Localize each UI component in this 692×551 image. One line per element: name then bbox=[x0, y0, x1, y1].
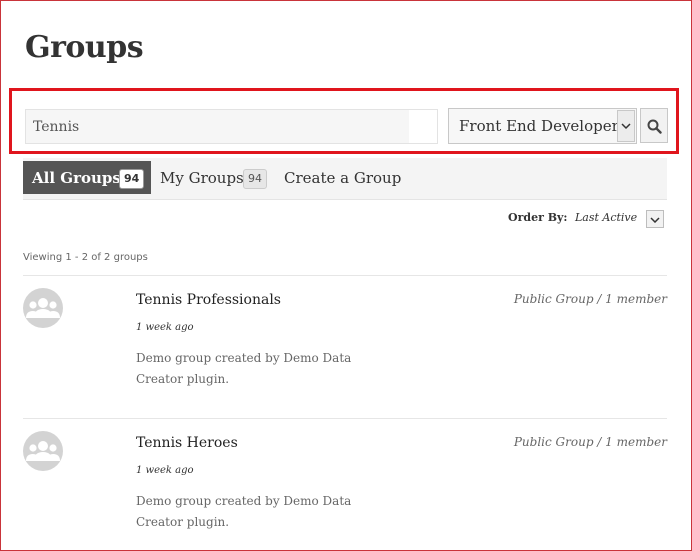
group-meta: Public Group / 1 member bbox=[513, 292, 667, 306]
member-type-select[interactable]: Front End Developer bbox=[448, 108, 637, 144]
chevron-down-icon bbox=[650, 217, 660, 223]
group-description: Demo group created by Demo Data Creator … bbox=[136, 494, 352, 529]
search-icon bbox=[647, 119, 662, 134]
order-by-label: Order By: bbox=[508, 211, 568, 224]
tab-my-groups[interactable]: My Groups 94 bbox=[151, 161, 271, 194]
tab-all-groups-count: 94 bbox=[119, 169, 145, 189]
group-avatar-icon bbox=[26, 298, 60, 318]
tab-all-groups[interactable]: All Groups 94 bbox=[23, 161, 151, 194]
tab-create-group-label: Create a Group bbox=[284, 169, 402, 187]
member-type-selected: Front End Developer bbox=[459, 117, 619, 135]
tab-all-groups-label: All Groups bbox=[32, 169, 121, 187]
chevron-down-icon bbox=[621, 123, 631, 130]
order-by-value[interactable]: Last Active bbox=[575, 211, 637, 224]
groups-tabs: All Groups 94 My Groups 94 Create a Grou… bbox=[23, 158, 667, 200]
group-last-active: 1 week ago bbox=[136, 465, 194, 476]
group-name-link[interactable]: Tennis Professionals bbox=[136, 292, 281, 308]
page-title: Groups bbox=[25, 30, 144, 65]
search-button[interactable] bbox=[640, 108, 668, 143]
select-dropdown-button[interactable] bbox=[617, 110, 635, 142]
tab-my-groups-count: 94 bbox=[243, 169, 267, 189]
tab-create-group[interactable]: Create a Group bbox=[275, 161, 405, 194]
group-last-active: 1 week ago bbox=[136, 322, 194, 333]
search-filter-bar: Front End Developer bbox=[9, 88, 679, 154]
order-by-dropdown[interactable] bbox=[646, 210, 664, 228]
group-description: Demo group created by Demo Data Creator … bbox=[136, 351, 352, 386]
group-avatar-icon bbox=[26, 441, 60, 461]
tab-my-groups-label: My Groups bbox=[160, 169, 244, 187]
order-by: Order By: Last Active bbox=[508, 211, 637, 224]
group-name-link[interactable]: Tennis Heroes bbox=[136, 435, 238, 451]
group-avatar[interactable] bbox=[23, 288, 63, 328]
group-meta: Public Group / 1 member bbox=[513, 435, 667, 449]
search-input[interactable] bbox=[33, 110, 433, 143]
group-avatar[interactable] bbox=[23, 431, 63, 471]
search-field[interactable] bbox=[25, 109, 438, 144]
list-item: Tennis Professionals Public Group / 1 me… bbox=[23, 276, 667, 406]
list-item: Tennis Heroes Public Group / 1 member 1 … bbox=[23, 419, 667, 549]
pagination-count: Viewing 1 - 2 of 2 groups bbox=[23, 252, 148, 263]
